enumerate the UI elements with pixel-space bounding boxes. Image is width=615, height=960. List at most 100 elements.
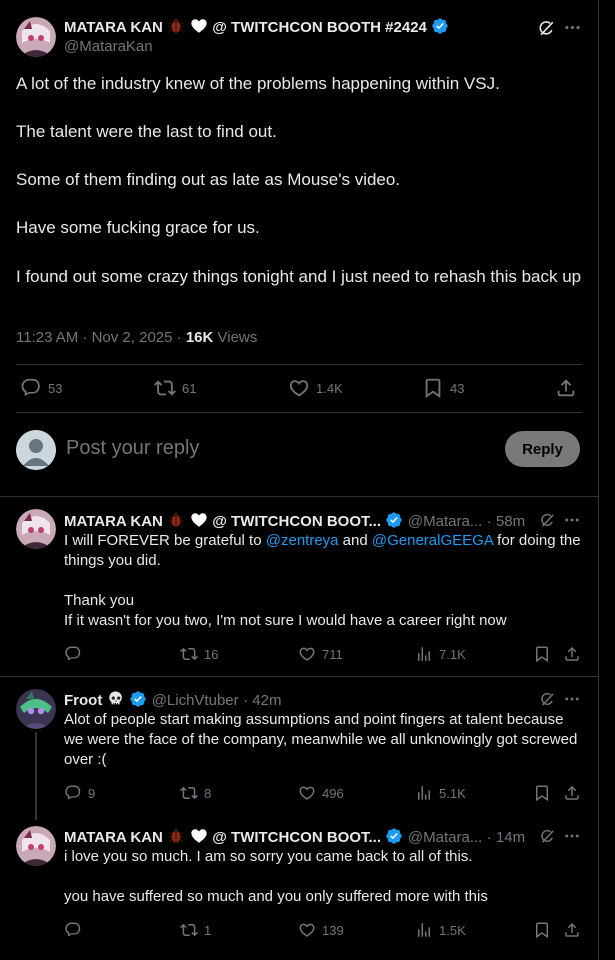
tweet-line: I found out some crazy things tonight an… <box>16 267 582 286</box>
column-border <box>598 0 599 960</box>
reply-action[interactable] <box>64 921 88 939</box>
views-icon <box>415 784 433 802</box>
reply-icon <box>64 784 82 802</box>
like-count: 139 <box>322 922 344 938</box>
avatar[interactable] <box>16 17 56 57</box>
like-icon <box>298 784 316 802</box>
author-handle[interactable]: @MataraKan <box>64 38 153 55</box>
reply-header: Froot @LichVtuber · 42m <box>64 690 281 710</box>
reply-header: MATARA KAN @ TWITCHCON BOOT... @Matara..… <box>64 827 525 847</box>
display-name-suffix[interactable]: @ TWITCHCON BOOTH #2424 <box>212 19 427 36</box>
avatar[interactable] <box>16 509 56 549</box>
reply-header: MATARA KAN @ TWITCHCON BOOT... @Matara..… <box>64 511 525 531</box>
grok-icon[interactable] <box>539 691 556 708</box>
reply-action[interactable]: 53 <box>20 377 62 399</box>
like-action[interactable]: 496 <box>298 784 344 802</box>
like-icon <box>298 921 316 939</box>
tweet-line: A lot of the industry knew of the proble… <box>16 74 500 93</box>
more-icon[interactable] <box>563 511 581 529</box>
author-handle[interactable]: @LichVtuber <box>152 692 239 709</box>
repost-icon <box>180 784 198 802</box>
mention-link[interactable]: @zentreya <box>266 532 339 549</box>
reply-button[interactable]: Reply <box>505 431 580 467</box>
views-action[interactable]: 7.1K <box>415 645 466 663</box>
repost-action[interactable]: 16 <box>180 645 218 663</box>
share-icon[interactable] <box>563 784 581 802</box>
thread-connector <box>35 732 37 820</box>
bookmark-icon[interactable] <box>533 645 551 663</box>
verified-badge-icon[interactable] <box>431 17 449 35</box>
verified-badge-icon[interactable] <box>385 827 403 845</box>
beetle-emoji-icon <box>167 827 185 845</box>
reply-action[interactable]: 9 <box>64 784 95 802</box>
beetle-emoji-icon <box>167 511 185 529</box>
more-icon[interactable] <box>563 827 581 845</box>
display-name[interactable]: MATARA KAN <box>64 513 163 530</box>
tweet-meta: 11:23 AM · Nov 2, 2025 · 16K Views <box>16 329 257 346</box>
white-heart-emoji-icon <box>190 511 208 529</box>
reply-text: Alot of people start making assumptions … <box>64 711 582 768</box>
white-heart-emoji-icon <box>190 827 208 845</box>
repost-icon <box>180 921 198 939</box>
author-name-row[interactable]: MATARA KAN @ TWITCHCON BOOTH #2424 <box>64 17 449 37</box>
repost-action[interactable]: 61 <box>154 377 196 399</box>
bookmark-icon[interactable] <box>533 784 551 802</box>
timestamp[interactable]: 11:23 AM · Nov 2, 2025 · <box>16 329 186 346</box>
views-count: 7.1K <box>439 646 466 662</box>
bookmark-count: 43 <box>450 380 465 396</box>
grok-icon[interactable] <box>539 828 556 845</box>
views-label: Views <box>213 329 258 346</box>
verified-badge-icon[interactable] <box>385 511 403 529</box>
views-action[interactable]: 5.1K <box>415 784 466 802</box>
bookmark-icon[interactable] <box>533 921 551 939</box>
author-handle[interactable]: @Matara... <box>408 513 482 530</box>
like-action[interactable]: 139 <box>298 921 344 939</box>
views-action[interactable]: 1.5K <box>415 921 466 939</box>
display-name-suffix[interactable]: @ TWITCHCON BOOT... <box>212 829 381 846</box>
like-icon <box>288 377 310 399</box>
reply-action[interactable] <box>64 645 88 663</box>
repost-action[interactable]: 8 <box>180 784 211 802</box>
grok-icon[interactable] <box>537 19 556 38</box>
mention-link[interactable]: @GeneralGEEGA <box>372 532 493 549</box>
avatar[interactable] <box>16 689 56 729</box>
more-icon[interactable] <box>563 18 582 37</box>
current-user-avatar[interactable] <box>16 430 56 470</box>
timestamp[interactable]: · 42m <box>243 692 281 709</box>
display-name-suffix[interactable]: @ TWITCHCON BOOT... <box>212 513 381 530</box>
timeline-column: MATARA KAN @ TWITCHCON BOOTH #2424 @Mata… <box>0 0 598 960</box>
avatar[interactable] <box>16 826 56 866</box>
timestamp[interactable]: · 14m <box>487 829 525 846</box>
reply-text: you have suffered so much and you only s… <box>64 888 488 905</box>
repost-action[interactable]: 1 <box>180 921 211 939</box>
reply-input[interactable]: Post your reply <box>66 437 199 460</box>
display-name[interactable]: MATARA KAN <box>64 19 163 36</box>
like-action[interactable]: 711 <box>298 645 343 663</box>
grok-icon[interactable] <box>539 512 556 529</box>
verified-badge-icon[interactable] <box>129 690 147 708</box>
tweet-line: Have some fucking grace for us. <box>16 218 260 237</box>
share-icon[interactable] <box>555 377 577 399</box>
tweet-line: Some of them finding out as late as Mous… <box>16 170 401 189</box>
repost-count: 1 <box>204 922 212 938</box>
display-name[interactable]: MATARA KAN <box>64 829 163 846</box>
skull-emoji-icon <box>107 690 125 708</box>
reply-icon <box>64 921 82 939</box>
beetle-emoji-icon <box>167 17 185 35</box>
like-icon <box>298 645 316 663</box>
bookmark-action[interactable]: 43 <box>422 377 464 399</box>
share-icon[interactable] <box>563 645 581 663</box>
divider <box>16 364 582 365</box>
reply-icon <box>64 645 82 663</box>
reply-text: If it wasn't for you two, I'm not sure I… <box>64 612 507 629</box>
repost-icon <box>180 645 198 663</box>
timestamp[interactable]: · 58m <box>487 513 525 530</box>
repost-icon <box>154 377 176 399</box>
author-handle[interactable]: @Matara... <box>408 829 482 846</box>
views-count: 16K <box>185 329 214 346</box>
reply-text: Thank you <box>64 592 135 609</box>
like-action[interactable]: 1.4K <box>288 377 343 399</box>
more-icon[interactable] <box>563 690 581 708</box>
share-icon[interactable] <box>563 921 581 939</box>
display-name[interactable]: Froot <box>64 692 102 709</box>
